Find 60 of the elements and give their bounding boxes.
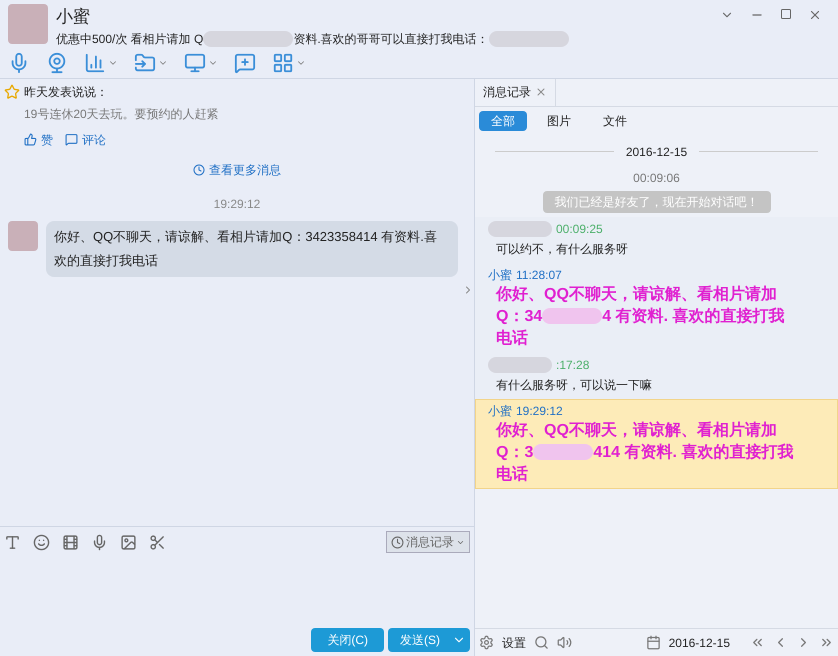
history-message: 可以约不，有什么服务呀: [495, 240, 629, 258]
search-icon[interactable]: [534, 635, 549, 650]
message-time: 19:29:12: [516, 402, 563, 420]
mic-icon[interactable]: [91, 534, 108, 550]
date-divider: 2016-12-15: [626, 144, 688, 160]
sender-name: 小蜜: [488, 402, 512, 420]
history-button[interactable]: 消息记录: [386, 531, 470, 553]
blurred-redaction: [488, 220, 552, 236]
toolbar-icon[interactable]: [272, 52, 294, 74]
chat-bubble: 你好、QQ不聊天，请谅解、看相片请加Q：3423358414 有资料.喜欢的直接打我电话: [46, 220, 458, 276]
more-messages-link[interactable]: 查看更多消息: [193, 160, 281, 178]
speaker-icon[interactable]: [557, 635, 572, 650]
footer-date: 2016-12-15: [668, 634, 730, 652]
system-time: 00:09:06: [633, 170, 680, 186]
message-time: 00:09:25: [556, 220, 603, 238]
font-icon[interactable]: [4, 534, 21, 550]
close-icon[interactable]: [808, 8, 822, 22]
like-button[interactable]: 赞: [24, 130, 53, 148]
history-message: 你好、QQ不聊天，请谅解、看相片请加Q：3 414 有资料. 喜欢的直接打我电话: [496, 420, 794, 484]
system-notice: 我们已经是好友了，现在开始对话吧！: [542, 190, 770, 212]
message-time: 11:28:07: [516, 266, 562, 284]
message-time: :17:28: [556, 356, 590, 374]
settings-label[interactable]: 设置: [502, 634, 526, 652]
feed-text: 19号连休20天去玩。要预约的人赶紧: [23, 106, 220, 122]
status-text: 资料.喜欢的哥哥可以直接打我电话：: [293, 30, 489, 48]
history-message: 你好、QQ不聊天，请谅解、看相片请加Q：34 4 有资料. 喜欢的直接打我电话: [496, 284, 786, 348]
film-icon[interactable]: [62, 534, 79, 550]
star-icon: [4, 84, 20, 100]
settings-icon[interactable]: [479, 635, 494, 650]
contact-name: 小蜜: [56, 6, 91, 28]
clock-icon: [391, 536, 404, 548]
filter-tab[interactable]: 文件: [591, 110, 639, 130]
chat-time: 19:29:12: [214, 196, 260, 212]
toolbar-icon[interactable]: [84, 52, 106, 74]
calendar-icon[interactable]: [646, 635, 661, 650]
thumbs-up-icon: [24, 133, 37, 146]
close-button[interactable]: 关闭(C): [311, 628, 384, 652]
image-icon[interactable]: [120, 534, 137, 550]
speech-bubble-icon: [65, 133, 78, 146]
blurred-redaction: [488, 356, 552, 372]
avatar-placeholder: [8, 220, 38, 250]
close-icon[interactable]: [535, 86, 547, 98]
status-text: 优惠中500/次 看相片请加 Q: [56, 30, 204, 48]
filter-tab[interactable]: 图片: [535, 110, 583, 130]
toolbar-icon[interactable]: [234, 52, 256, 74]
history-tab[interactable]: 消息记录: [475, 78, 556, 106]
scissors-icon[interactable]: [149, 534, 166, 550]
history-message: 有什么服务呀，可以说一下嘛: [495, 376, 653, 394]
send-button[interactable]: 发送(S): [388, 628, 470, 652]
toolbar-icon[interactable]: [184, 52, 206, 74]
sender-name: 小蜜: [488, 266, 512, 284]
toolbar-icon[interactable]: [46, 52, 68, 74]
maximize-icon[interactable]: [780, 8, 792, 20]
emoji-icon[interactable]: [33, 534, 50, 550]
avatar-placeholder: [8, 4, 48, 44]
comment-button[interactable]: 评论: [65, 130, 106, 148]
toolbar-icon[interactable]: [134, 52, 156, 74]
feed-title: 昨天发表说说：: [24, 84, 108, 100]
clock-icon: [193, 164, 205, 176]
filter-tab[interactable]: 全部: [479, 110, 527, 130]
